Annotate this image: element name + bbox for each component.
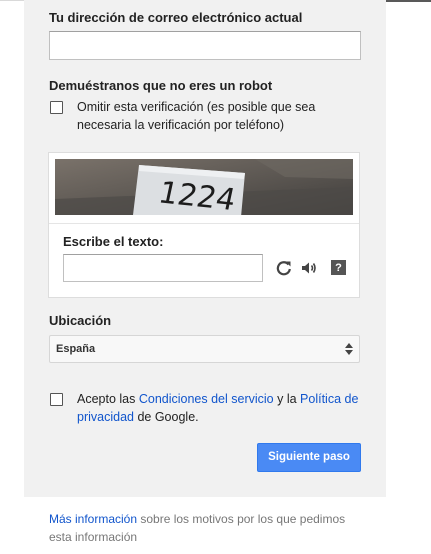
email-label: Tu dirección de correo electrónico actua… <box>49 10 303 25</box>
location-selected-value: España <box>56 343 96 355</box>
skip-verification-checkbox[interactable] <box>50 101 63 114</box>
location-select[interactable]: España <box>49 335 360 363</box>
robot-section-title: Demuéstranos que no eres un robot <box>49 78 273 93</box>
email-field[interactable] <box>49 31 361 60</box>
location-label: Ubicación <box>49 313 112 328</box>
terms-middle: y la <box>273 392 301 406</box>
more-info-link[interactable]: Más información <box>49 512 137 526</box>
terms-of-service-link[interactable]: Condiciones del servicio <box>139 392 274 406</box>
help-icon[interactable]: ? <box>331 260 346 275</box>
captcha-divider <box>49 223 359 224</box>
captcha-input-label: Escribe el texto: <box>63 234 164 249</box>
captcha-input[interactable] <box>63 254 263 282</box>
terms-suffix: de Google. <box>133 410 199 424</box>
next-step-button[interactable]: Siguiente paso <box>257 443 361 472</box>
top-bar-accent <box>384 0 431 2</box>
skip-verification-label: Omitir esta verificación (es posible que… <box>77 100 316 132</box>
terms-prefix: Acepto las <box>77 392 139 406</box>
select-arrows-icon <box>345 343 353 355</box>
captcha-box: 1224 Escribe el texto: ? <box>48 152 360 298</box>
speaker-icon[interactable] <box>300 259 318 277</box>
terms-label: Acepto las Condiciones del servicio y la… <box>77 390 362 426</box>
captcha-image: 1224 <box>55 159 353 215</box>
footer-info: Más información sobre los motivos por lo… <box>49 510 349 546</box>
terms-checkbox[interactable] <box>50 393 63 406</box>
captcha-text: 1224 <box>155 176 238 215</box>
refresh-icon[interactable] <box>275 259 293 277</box>
